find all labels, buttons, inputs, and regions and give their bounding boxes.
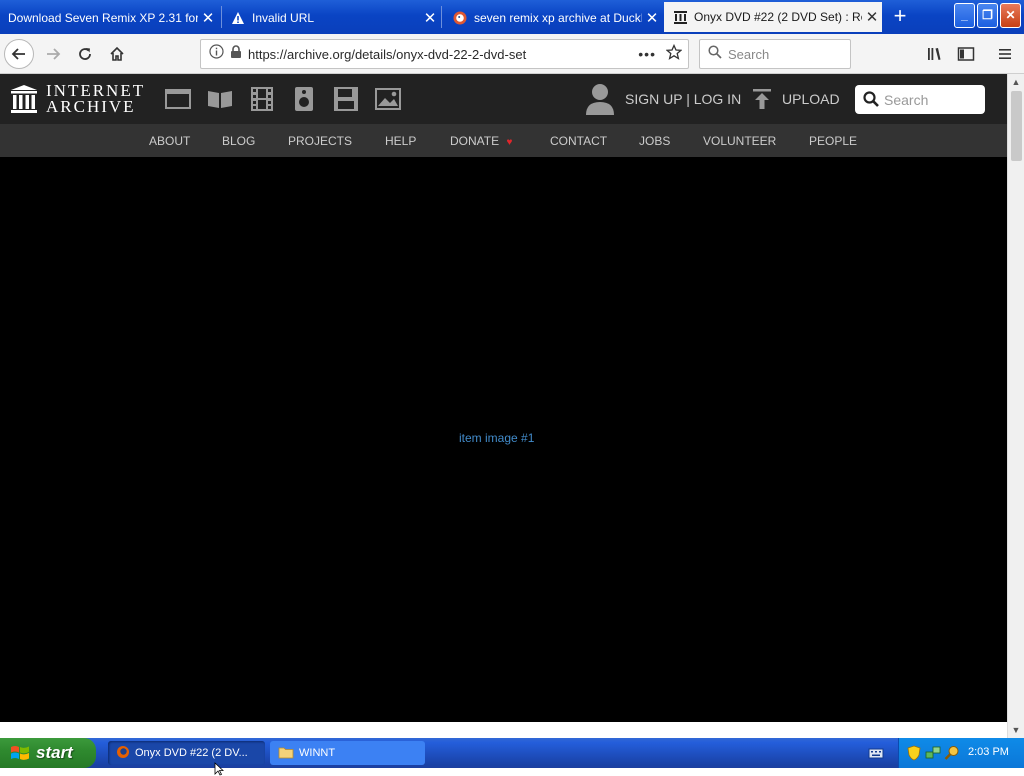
new-tab-button[interactable]: + [889, 4, 911, 30]
nav-donate-label: DONATE [450, 134, 500, 148]
minimize-button[interactable]: _ [954, 3, 975, 28]
logo-line2: ARCHIVE [46, 97, 136, 116]
tab-close-icon[interactable]: ✕ [642, 9, 662, 27]
close-window-button[interactable]: ✕ [1000, 3, 1021, 28]
reload-button[interactable] [70, 39, 100, 69]
tab-invalid-url[interactable]: Invalid URL ✕ [222, 3, 440, 32]
lock-icon [230, 44, 242, 64]
images-photo-icon[interactable] [375, 86, 401, 112]
bookmark-star-icon[interactable] [665, 43, 683, 65]
ia-header: INTERNET ARCHIVE SIGN UP | LOG IN UPLOAD… [0, 74, 1007, 124]
info-icon[interactable] [209, 44, 224, 64]
back-arrow-icon [11, 48, 25, 60]
user-avatar-icon[interactable] [585, 82, 615, 116]
upload-link[interactable]: UPLOAD [782, 91, 840, 107]
nav-blog[interactable]: BLOG [222, 134, 255, 148]
nav-projects[interactable]: PROJECTS [288, 134, 352, 148]
ia-top-nav: ABOUT BLOG PROJECTS HELP DONATE ♥ CONTAC… [0, 124, 1007, 157]
system-clock: 2:03 PM [968, 746, 1009, 758]
browser-tab-strip: Download Seven Remix XP 2.31 for W ✕ Inv… [0, 0, 1024, 34]
archive-favicon-icon [672, 9, 688, 25]
firefox-icon [116, 745, 130, 762]
library-button[interactable] [920, 39, 950, 69]
tab-close-icon[interactable]: ✕ [198, 9, 218, 27]
nav-help[interactable]: HELP [385, 134, 416, 148]
windows-flag-icon [11, 746, 29, 760]
windows-taskbar: start Onyx DVD #22 (2 DV... WINNT 2:03 P… [0, 738, 1024, 768]
audio-speaker-icon[interactable] [291, 86, 317, 112]
taskbar-item-label: Onyx DVD #22 (2 DV... [135, 747, 248, 759]
scrollbar-thumb[interactable] [1011, 91, 1022, 161]
nav-jobs[interactable]: JOBS [639, 134, 670, 148]
scroll-down-arrow-icon[interactable]: ▼ [1008, 722, 1024, 738]
reload-icon [79, 48, 91, 60]
tab-label: seven remix xp archive at DuckDu [474, 10, 642, 25]
page-viewport: INTERNET ARCHIVE SIGN UP | LOG IN UPLOAD… [0, 74, 1007, 722]
page-actions-icon[interactable]: ••• [638, 46, 656, 62]
vertical-scrollbar[interactable]: ▲ ▼ [1007, 74, 1024, 738]
navigation-toolbar: https://archive.org/details/onyx-dvd-22-… [0, 34, 1024, 74]
search-icon [708, 44, 722, 64]
item-image-link[interactable]: item image #1 [459, 431, 534, 445]
page-bottom-strip [0, 722, 1007, 738]
taskbar-item-label: WINNT [299, 747, 336, 759]
tab-onyx-dvd[interactable]: Onyx DVD #22 (2 DVD Set) : Ret ✕ [664, 2, 882, 32]
network-icon[interactable] [925, 745, 941, 766]
archive-building-icon [11, 85, 37, 113]
web-icon[interactable] [165, 86, 191, 112]
tab-label: Onyx DVD #22 (2 DVD Set) : Ret [694, 10, 862, 24]
url-text: https://archive.org/details/onyx-dvd-22-… [248, 46, 527, 62]
url-bar[interactable]: https://archive.org/details/onyx-dvd-22-… [200, 39, 689, 69]
tab-download-seven-remix[interactable]: Download Seven Remix XP 2.31 for W ✕ [0, 3, 218, 32]
taskbar-item-firefox[interactable]: Onyx DVD #22 (2 DV... [108, 741, 265, 765]
nav-contact[interactable]: CONTACT [550, 134, 607, 148]
tab-separator [441, 6, 442, 28]
software-floppy-icon[interactable] [333, 86, 359, 112]
start-button[interactable]: start [0, 738, 96, 768]
video-film-icon[interactable] [249, 86, 275, 112]
duckduckgo-icon [452, 10, 468, 26]
tab-close-icon[interactable]: ✕ [862, 8, 882, 26]
tab-duckduckgo[interactable]: seven remix xp archive at DuckDu ✕ [444, 3, 662, 32]
library-icon [928, 48, 941, 60]
web-search-field[interactable]: Search [699, 39, 851, 69]
menu-button[interactable] [990, 39, 1020, 69]
restore-button[interactable]: ❐ [977, 3, 998, 28]
warning-icon [230, 10, 246, 26]
mouse-cursor-icon [214, 762, 224, 776]
forward-arrow-icon [47, 48, 61, 60]
nav-donate[interactable]: DONATE ♥ [450, 134, 512, 148]
tab-label: Invalid URL [252, 10, 315, 25]
forward-button[interactable] [38, 39, 68, 69]
ia-logo[interactable]: INTERNET ARCHIVE [10, 82, 145, 116]
hamburger-menu-icon [999, 49, 1011, 59]
nav-about[interactable]: ABOUT [149, 134, 190, 148]
texts-book-icon[interactable] [207, 86, 233, 112]
ia-search-placeholder: Search [884, 91, 929, 108]
nav-volunteer[interactable]: VOLUNTEER [703, 134, 776, 148]
search-tray-icon[interactable] [944, 745, 960, 766]
sidebar-icon [957, 47, 975, 61]
taskbar-item-winnt[interactable]: WINNT [270, 741, 425, 765]
folder-icon [278, 745, 294, 762]
nav-people[interactable]: PEOPLE [809, 134, 857, 148]
tab-label: Download Seven Remix XP 2.31 for W [8, 10, 198, 25]
keyboard-icon[interactable] [868, 746, 884, 765]
heart-icon: ♥ [506, 137, 513, 148]
sidebar-button[interactable] [951, 39, 981, 69]
security-shield-icon[interactable] [907, 745, 921, 766]
search-placeholder: Search [728, 46, 770, 62]
start-label: start [36, 743, 73, 762]
home-icon [110, 46, 124, 61]
upload-arrow-icon[interactable] [752, 88, 772, 110]
ia-search-input[interactable]: Search [855, 85, 985, 114]
back-button[interactable] [4, 39, 34, 69]
home-button[interactable] [102, 39, 132, 69]
scroll-up-arrow-icon[interactable]: ▲ [1008, 74, 1024, 90]
ia-search-icon [863, 91, 879, 112]
tab-close-icon[interactable]: ✕ [420, 9, 440, 27]
signup-login-link[interactable]: SIGN UP | LOG IN [625, 91, 741, 107]
